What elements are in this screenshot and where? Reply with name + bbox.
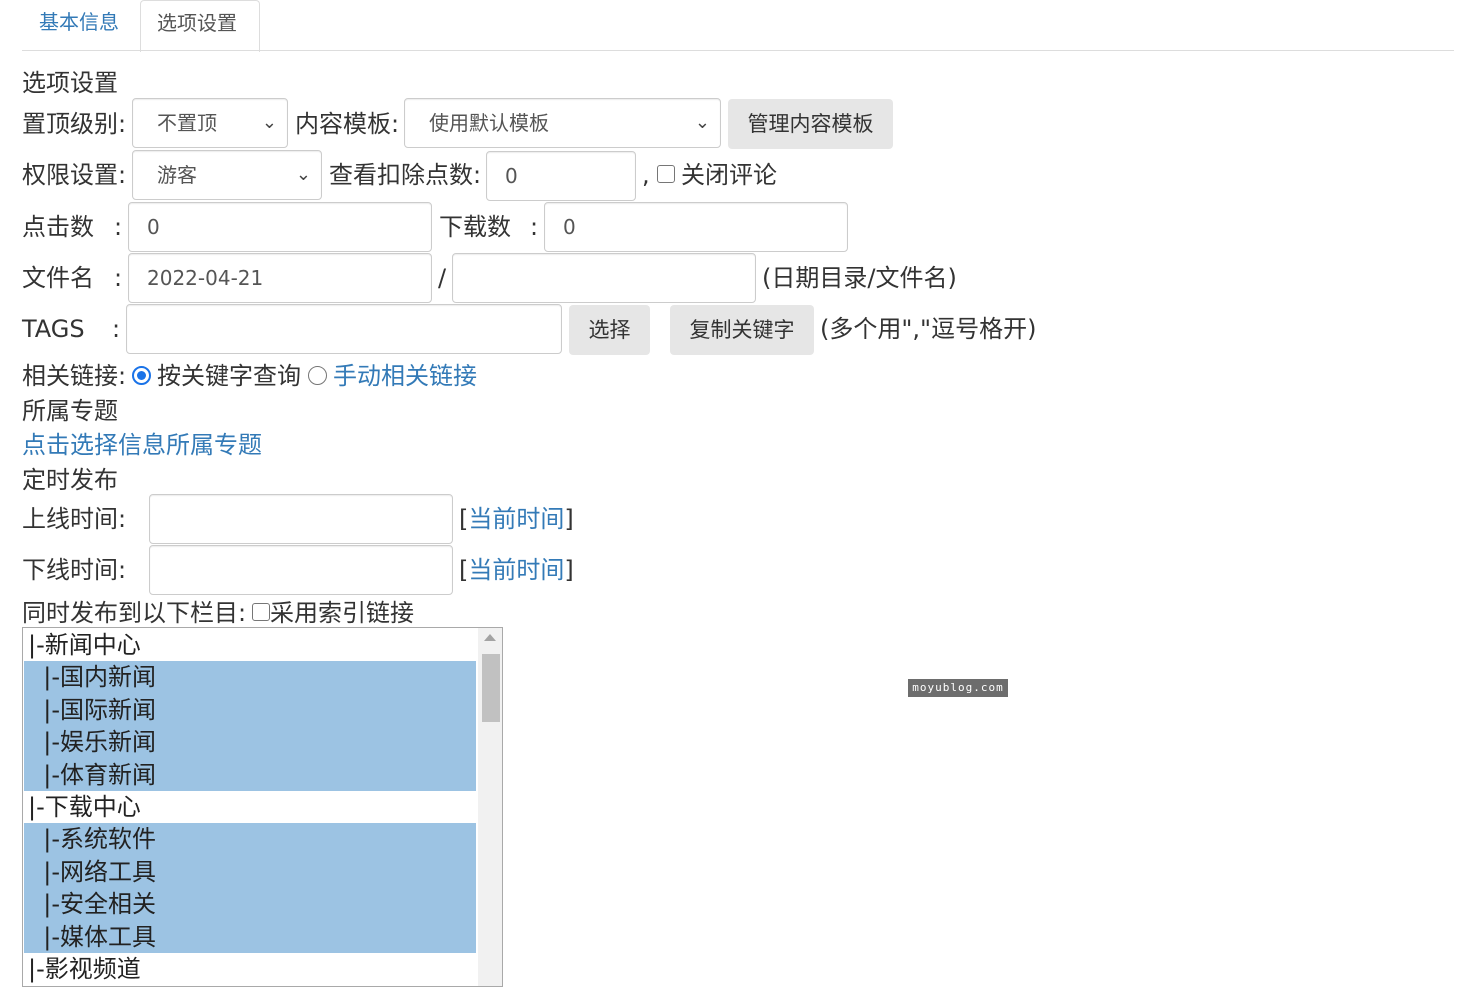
bracket-open: [ (459, 505, 469, 533)
content-template-value: 使用默认模板 (429, 111, 549, 135)
online-now-link[interactable]: 当前时间 (468, 505, 564, 533)
filename-name-input[interactable] (452, 253, 756, 303)
copy-keywords-button[interactable]: 复制关键字 (670, 305, 814, 355)
view-deduct-label: 查看扣除点数: (329, 161, 482, 189)
top-level-select[interactable]: 不置顶 ⌄ (132, 98, 288, 148)
close-comment-checkbox[interactable] (657, 165, 675, 183)
column-option[interactable]: |-国内新闻 (24, 661, 476, 694)
downloads-label: 下载数 (439, 213, 511, 241)
permission-label: 权限设置: (22, 161, 127, 189)
column-option[interactable]: |-网络工具 (24, 855, 476, 889)
tab-divider (22, 50, 1454, 51)
online-time-input[interactable] (149, 494, 453, 544)
view-deduct-input[interactable]: 0 (486, 151, 636, 201)
tab-basic-info[interactable]: 基本信息 (23, 0, 141, 50)
offline-now-link[interactable]: 当前时间 (468, 556, 564, 584)
filename-date-input[interactable]: 2022-04-21 (128, 253, 432, 303)
column-option[interactable]: |-娱乐新闻 (24, 726, 476, 759)
tags-colon: : (112, 315, 121, 343)
permission-value: 游客 (157, 163, 197, 187)
related-manual-link[interactable]: 手动相关链接 (333, 361, 477, 391)
content-template-select[interactable]: 使用默认模板 ⌄ (404, 98, 721, 148)
index-link-label: 采用索引链接 (270, 599, 414, 627)
filename-colon: : (114, 264, 123, 292)
publish-to-label: 同时发布到以下栏目: (22, 599, 247, 627)
column-option[interactable]: |-安全相关 (24, 888, 476, 921)
column-option[interactable]: |-体育新闻 (24, 758, 476, 792)
tags-select-button[interactable]: 选择 (569, 305, 650, 355)
tab-options[interactable]: 选项设置 (140, 0, 260, 52)
filename-slash: / (438, 264, 447, 292)
online-now-bracket: [当前时间] (459, 504, 574, 534)
online-time-label: 上线时间: (22, 505, 127, 533)
offline-now-bracket: [当前时间] (459, 555, 574, 585)
downloads-colon: : (530, 213, 539, 241)
top-level-label: 置顶级别: (22, 110, 127, 138)
section-title: 选项设置 (22, 69, 118, 97)
column-option[interactable]: |-新闻中心 (24, 629, 476, 662)
tags-input[interactable] (126, 304, 562, 354)
tags-hint: (多个用","逗号格开) (820, 315, 1037, 343)
related-keyword-radio[interactable] (132, 366, 151, 385)
comma-text: , (642, 161, 650, 189)
manage-template-button[interactable]: 管理内容模板 (728, 99, 893, 149)
listbox-scrollbar[interactable] (478, 628, 502, 986)
related-manual-radio[interactable] (308, 366, 327, 385)
column-option[interactable]: |-下载中心 (24, 791, 476, 824)
filename-hint: (日期目录/文件名) (762, 264, 957, 292)
bracket-open: [ (459, 556, 469, 584)
top-level-value: 不置顶 (157, 111, 217, 135)
related-keyword-label: 按关键字查询 (157, 362, 301, 390)
chevron-down-icon: ⌄ (694, 112, 710, 133)
content-template-label: 内容模板: (295, 110, 400, 138)
column-option[interactable]: |-媒体工具 (24, 920, 476, 954)
clicks-input[interactable]: 0 (128, 202, 432, 252)
filename-label: 文件名 (22, 264, 94, 292)
related-links-label: 相关链接: (22, 362, 127, 390)
special-topic-title: 所属专题 (22, 397, 118, 425)
permission-select[interactable]: 游客 ⌄ (132, 150, 322, 200)
chevron-down-icon: ⌄ (295, 164, 311, 185)
bracket-close: ] (564, 505, 574, 533)
columns-listbox[interactable]: |-新闻中心 |-国内新闻 |-国际新闻 |-娱乐新闻 |-体育新闻 |-下载中心… (22, 627, 503, 987)
clicks-colon: : (114, 213, 123, 241)
column-option[interactable]: |-国际新闻 (24, 693, 476, 727)
downloads-input[interactable]: 0 (544, 202, 848, 252)
bracket-close: ] (564, 556, 574, 584)
index-link-checkbox[interactable] (252, 603, 270, 621)
schedule-title: 定时发布 (22, 466, 118, 494)
scroll-thumb[interactable] (482, 654, 500, 722)
column-option[interactable]: |-系统软件 (24, 823, 476, 856)
special-topic-link[interactable]: 点击选择信息所属专题 (22, 430, 262, 460)
chevron-down-icon: ⌄ (261, 112, 277, 133)
watermark: moyublog.com (908, 679, 1008, 697)
scroll-up-icon[interactable] (484, 634, 496, 641)
offline-time-label: 下线时间: (22, 556, 127, 584)
offline-time-input[interactable] (149, 545, 453, 595)
clicks-label: 点击数 (22, 213, 94, 241)
close-comment-label: 关闭评论 (681, 161, 777, 189)
tags-label: TAGS (22, 315, 85, 343)
